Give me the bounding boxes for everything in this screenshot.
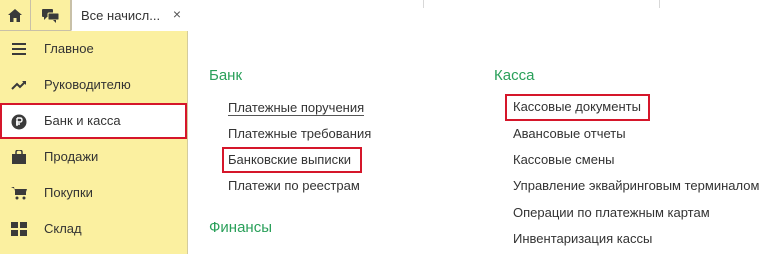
- link-payment-requests[interactable]: Платежные требования: [228, 126, 371, 142]
- chat-button[interactable]: [31, 0, 71, 31]
- link-payment-orders[interactable]: Платежные поручения: [228, 100, 365, 116]
- section-title-bank: Банк: [209, 67, 243, 84]
- sidebar: Главное Руководителю Банк и касса Продаж…: [0, 31, 188, 254]
- sidebar-item-label: Банк и касса: [44, 113, 121, 128]
- divider: [659, 0, 660, 8]
- sidebar-item-warehouse[interactable]: Склад: [0, 211, 188, 247]
- sidebar-item-label: Главное: [44, 41, 94, 56]
- sidebar-item-sales[interactable]: Продажи: [0, 139, 188, 175]
- sidebar-item-director[interactable]: Руководителю: [0, 67, 188, 103]
- link-cash-inventory[interactable]: Инвентаризация кассы: [513, 231, 652, 247]
- shopping-bag-icon: [12, 150, 26, 164]
- open-tab[interactable]: Все начисл... ×: [71, 0, 188, 31]
- warehouse-grid-icon: [11, 222, 27, 236]
- home-icon: [8, 9, 22, 22]
- close-icon[interactable]: ×: [173, 7, 181, 21]
- hamburger-icon: [12, 43, 26, 55]
- ruble-coin-icon: [11, 114, 27, 130]
- link-advance-reports[interactable]: Авансовые отчеты: [513, 126, 626, 142]
- sidebar-item-bank-cash[interactable]: Банк и касса: [0, 103, 187, 139]
- sidebar-item-label: Продажи: [44, 149, 99, 164]
- home-button[interactable]: [0, 0, 31, 31]
- sidebar-item-purchases[interactable]: Покупки: [0, 175, 188, 211]
- link-card-operations[interactable]: Операции по платежным картам: [513, 205, 710, 221]
- sidebar-item-label: Склад: [44, 221, 82, 236]
- section-title-cash: Касса: [494, 67, 535, 84]
- link-acquiring-terminal[interactable]: Управление эквайринговым терминалом: [513, 178, 759, 194]
- shopping-cart-icon: [11, 187, 27, 200]
- highlight-frame: [505, 94, 650, 121]
- link-cash-shifts[interactable]: Кассовые смены: [513, 152, 614, 168]
- section-title-finance: Финансы: [209, 219, 272, 236]
- top-tab-bar: Все начисл... ×: [0, 0, 188, 31]
- open-tab-title: Все начисл...: [81, 8, 161, 23]
- divider: [423, 0, 424, 8]
- sidebar-item-label: Руководителю: [44, 77, 131, 92]
- sidebar-item-main[interactable]: Главное: [0, 31, 188, 67]
- sidebar-item-label: Покупки: [44, 185, 93, 200]
- trend-up-icon: [11, 81, 26, 90]
- link-registry-payments[interactable]: Платежи по реестрам: [228, 178, 360, 194]
- chat-bubbles-icon: [42, 8, 59, 23]
- highlight-frame: [222, 147, 362, 173]
